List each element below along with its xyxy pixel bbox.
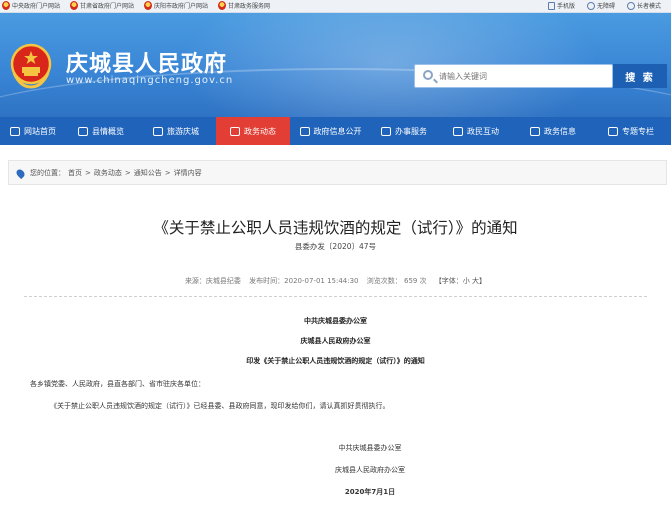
breadcrumb-current: 详情内容 <box>173 169 202 177</box>
book-icon <box>78 126 88 136</box>
article-source: 来源：庆城县纪委 <box>184 277 241 285</box>
document-subject: 印发《关于禁止公职人员违规饮酒的规定（试行）》的通知 <box>246 357 425 365</box>
nav-item-overview[interactable]: 县情概览 <box>66 117 136 145</box>
accessible-mode-link[interactable]: 无障碍 <box>586 1 615 10</box>
article-title: 《关于禁止公职人员违规饮酒的规定（试行）》的通知 <box>153 219 518 237</box>
search-button[interactable]: 搜 索 <box>613 64 667 88</box>
location-pin-icon <box>14 167 27 179</box>
nav-item-special-topics[interactable]: 专题专栏 <box>591 117 671 145</box>
leaf-icon <box>153 126 163 136</box>
salutation: 各乡镇党委、人民政府，县直各部门、省市驻庆各单位： <box>30 380 205 388</box>
nav-item-interaction[interactable]: 政民互动 <box>437 117 515 145</box>
search-icon <box>423 70 433 80</box>
national-emblem-icon <box>2 1 10 10</box>
portal-link-central[interactable]: 中央政府门户网站 <box>2 1 60 10</box>
nav-item-services[interactable]: 办事服务 <box>371 117 437 145</box>
national-emblem-icon <box>70 1 79 10</box>
article-views: 浏览次数： 659 次 <box>366 277 427 285</box>
eye-icon <box>626 1 635 10</box>
national-emblem-icon <box>218 1 227 10</box>
font-size-switch[interactable]: 【字体：小 大】 <box>435 277 486 285</box>
signature-gov-office: 庆城县人民政府办公室 <box>335 466 405 474</box>
search-box <box>414 64 613 88</box>
portal-link-service[interactable]: 甘肃政务服务网 <box>218 1 270 10</box>
breadcrumb: 您的位置： 首页 > 政务动态 > 通知公告 > 详情内容 <box>14 167 202 179</box>
nav-item-gov-info[interactable]: 政务信息 <box>515 117 591 145</box>
document-icon <box>299 126 310 136</box>
national-emblem-icon <box>144 1 153 10</box>
divider <box>24 296 647 297</box>
chat-icon <box>453 126 463 136</box>
nav-item-info-disclosure[interactable]: 政府信息公开 <box>290 117 371 145</box>
national-emblem-icon <box>10 43 52 89</box>
elder-mode-link[interactable]: 长者模式 <box>626 1 661 10</box>
accessibility-links: 手机版 无障碍 长者模式 <box>547 1 661 10</box>
nav-item-home[interactable]: 网站首页 <box>0 117 66 145</box>
article-body: 《关于禁止公职人员违规饮酒的规定（试行）》已经县委、县政府同意，现印发给你们，请… <box>50 402 390 410</box>
issuer-line-2: 庆城县人民政府办公室 <box>300 337 371 345</box>
article-meta: 来源：庆城县纪委 发布时间：2020-07-01 15:44:30 浏览次数： … <box>0 276 671 286</box>
home-icon <box>10 126 20 136</box>
site-url: www.chinaqingcheng.gov.cn <box>66 75 234 86</box>
mobile-version-link[interactable]: 手机版 <box>547 1 575 10</box>
breadcrumb-bar: 您的位置： 首页 > 政务动态 > 通知公告 > 详情内容 <box>8 160 667 185</box>
nav-item-gov-news[interactable]: 政务动态 <box>216 117 290 145</box>
breadcrumb-gov-news[interactable]: 政务动态 <box>94 168 122 178</box>
signature-date: 2020年7月1日 <box>344 488 396 496</box>
article-publish-time: 发布时间：2020-07-01 15:44:30 <box>249 277 359 285</box>
main-nav: 网站首页 县情概览 旅游庆城 政务动态 政府信息公开 办事服务 政民互动 政务信… <box>0 117 671 145</box>
bookmark-icon <box>608 126 618 136</box>
wheelchair-icon <box>586 1 595 10</box>
issuer-line-1: 中共庆城县委办公室 <box>304 317 367 325</box>
document-number: 县委办发〔2020〕47号 <box>294 242 377 251</box>
list-icon <box>530 126 540 136</box>
gov-portal-links: 中央政府门户网站 甘肃省政府门户网站 庆阳市政府门户网站 甘肃政务服务网 <box>2 1 270 10</box>
nav-item-tourism[interactable]: 旅游庆城 <box>136 117 216 145</box>
search-input[interactable] <box>439 68 609 84</box>
signature-party-office: 中共庆城县委办公室 <box>338 444 402 452</box>
phone-icon <box>547 1 555 10</box>
breadcrumb-notices[interactable]: 通知公告 <box>134 168 162 178</box>
site-header: 庆城县人民政府 www.chinaqingcheng.gov.cn 搜 索 <box>0 13 671 117</box>
top-links-bar: 中央政府门户网站 甘肃省政府门户网站 庆阳市政府门户网站 甘肃政务服务网 手机版… <box>0 0 671 13</box>
breadcrumb-home[interactable]: 首页 <box>68 168 82 178</box>
monitor-icon <box>230 126 240 136</box>
portal-link-gansu[interactable]: 甘肃省政府门户网站 <box>70 1 134 10</box>
heart-hand-icon <box>381 126 391 136</box>
portal-link-qingyang[interactable]: 庆阳市政府门户网站 <box>144 1 208 10</box>
site-title[interactable]: 庆城县人民政府 <box>66 46 227 78</box>
